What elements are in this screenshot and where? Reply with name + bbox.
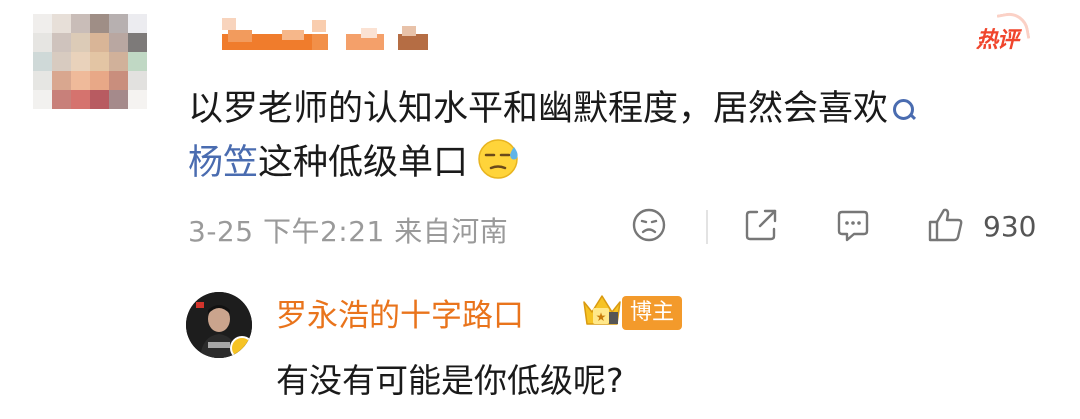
comment-meta: 3-25 下午2:21 来自河南	[188, 215, 509, 248]
commenter-name-redacted[interactable]	[186, 16, 446, 56]
topic-link[interactable]: 杨笠	[188, 143, 258, 183]
share-icon[interactable]	[742, 206, 780, 248]
reply-text: 有没有可能是你低级呢?	[276, 361, 624, 400]
crown-badge-icon: ★	[580, 290, 624, 336]
search-icon	[892, 98, 916, 122]
blogger-badge: 博主	[622, 296, 683, 330]
action-divider	[706, 210, 708, 244]
reply-author-name[interactable]: 罗永浩的十字路口	[276, 290, 524, 335]
dislike-icon[interactable]	[630, 206, 668, 248]
hot-comment-tag: 热评	[976, 22, 1019, 54]
like-icon[interactable]	[926, 206, 966, 248]
comment-tail: 这种低级单口	[258, 143, 469, 183]
like-count: 930	[983, 210, 1037, 243]
verified-icon	[230, 336, 252, 358]
comment-body: 以罗老师的认知水平和幽默程度，居然会喜欢 杨笠这种低级单口	[188, 82, 1048, 196]
comment-text: 以罗老师的认知水平和幽默程度，居然会喜欢	[188, 89, 889, 129]
commenter-avatar[interactable]	[33, 14, 153, 122]
sweat-emoji-icon	[476, 138, 522, 196]
reply-author-avatar[interactable]	[186, 292, 252, 358]
comment-icon[interactable]	[834, 206, 872, 248]
svg-text:★: ★	[596, 310, 607, 324]
